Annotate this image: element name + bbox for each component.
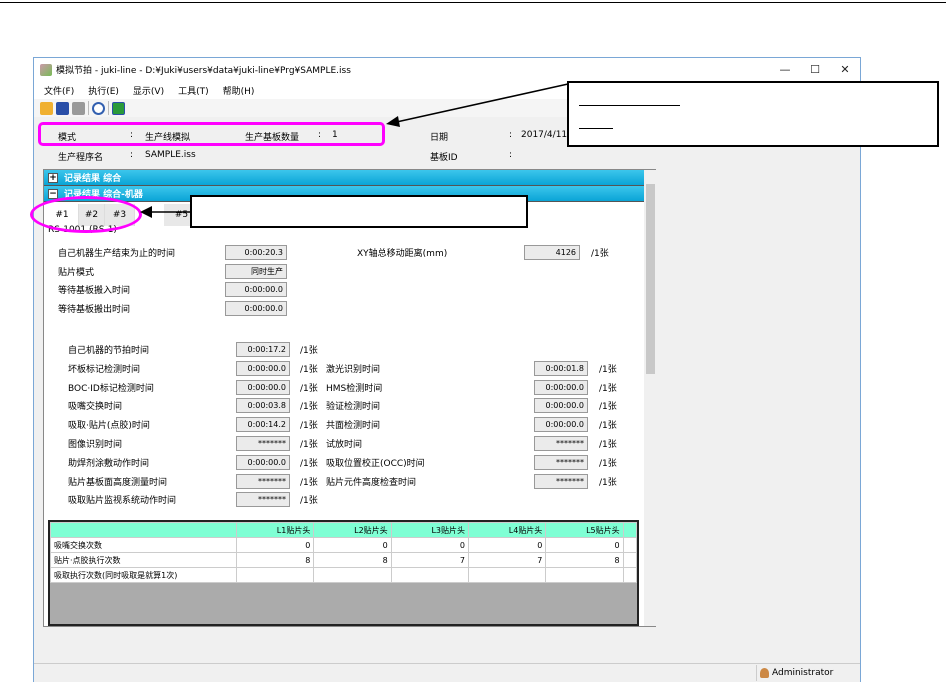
callout-arrows: [140, 83, 569, 218]
